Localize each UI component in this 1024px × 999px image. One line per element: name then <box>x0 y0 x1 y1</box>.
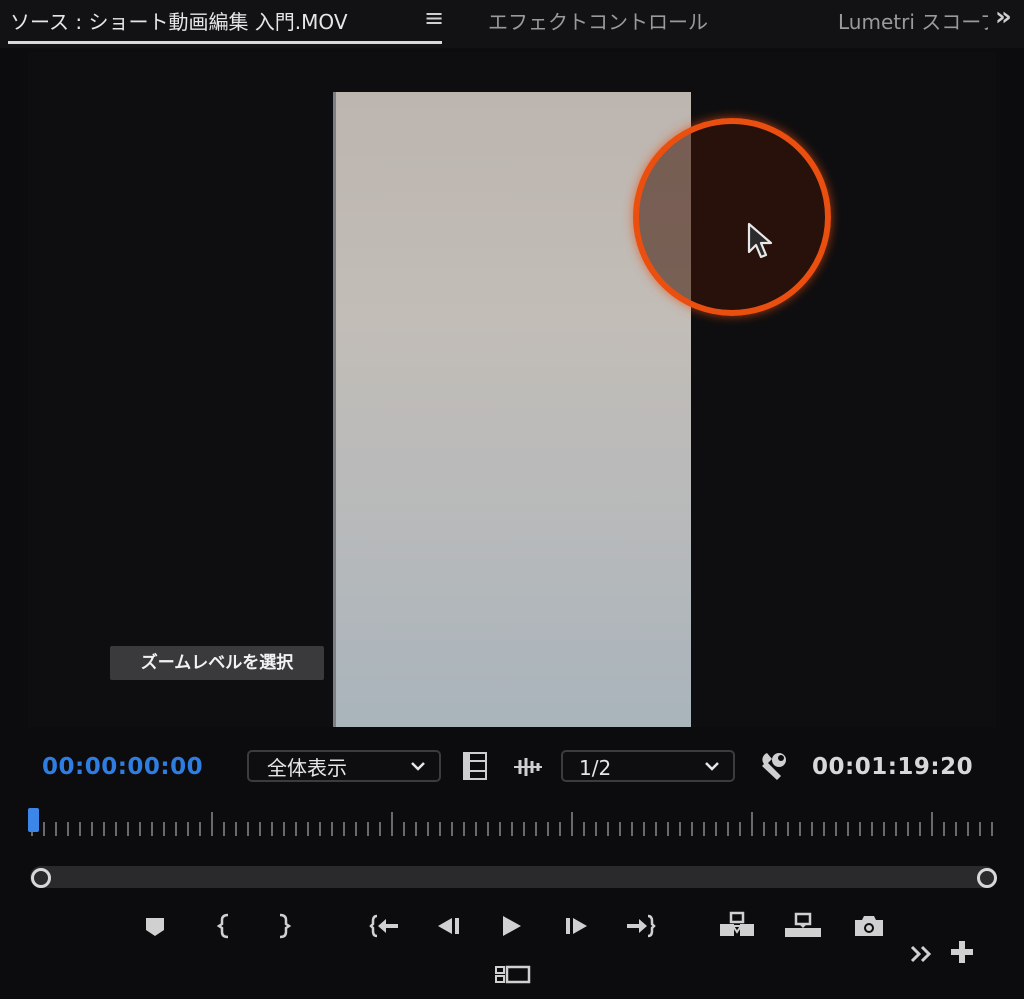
duration-timecode: 00:01:19:20 <box>812 754 974 780</box>
mark-in-button[interactable] <box>205 906 245 946</box>
export-frame-button[interactable] <box>849 906 889 946</box>
zoom-level-value: 全体表示 <box>267 756 347 780</box>
safe-margins-icon[interactable] <box>463 752 487 780</box>
tab-overflow-icon[interactable]: » <box>995 2 1012 32</box>
go-to-out-button[interactable] <box>620 906 660 946</box>
comparison-view-button[interactable] <box>493 955 533 995</box>
overwrite-button[interactable] <box>783 906 823 946</box>
export-frame-icon <box>855 916 883 936</box>
go-to-out-icon <box>627 914 656 938</box>
active-tab-indicator <box>8 41 442 44</box>
play-icon <box>503 916 521 936</box>
step-forward-icon <box>566 918 587 934</box>
mark-out-icon <box>279 913 292 939</box>
playback-resolution-select[interactable]: 1/2 <box>561 750 735 782</box>
tab-lumetri-scopes[interactable]: Lumetri スコープ <box>838 6 988 35</box>
panel-menu-icon[interactable]: ≡ <box>424 4 444 32</box>
comparison-view-icon <box>495 965 531 984</box>
marker-icon <box>146 918 164 936</box>
add-marker-button[interactable] <box>135 906 175 946</box>
mark-in-icon <box>216 913 229 939</box>
step-back-button[interactable] <box>430 906 470 946</box>
go-to-in-icon <box>369 914 398 938</box>
zoom-scroll-start-handle[interactable] <box>31 868 51 888</box>
chevron-down-icon <box>705 762 719 771</box>
button-editor-add[interactable] <box>942 932 982 972</box>
zoom-scroll-end-handle[interactable] <box>977 868 997 888</box>
time-ruler[interactable] <box>28 808 996 838</box>
tab-effect-controls[interactable]: エフェクトコントロール <box>488 6 708 35</box>
insert-icon <box>720 911 754 936</box>
zoom-level-tooltip: ズームレベルを選択 <box>110 646 324 680</box>
step-back-icon <box>438 918 459 934</box>
wrench-settings-icon[interactable] <box>759 751 789 781</box>
panel-tab-bar: ソース : ショート動画編集 入門.MOV ≡ エフェクトコントロール Lume… <box>0 0 1024 48</box>
overwrite-icon <box>785 912 821 937</box>
overflow-icon <box>910 945 932 963</box>
current-timecode[interactable]: 00:00:00:00 <box>42 754 203 780</box>
go-to-in-button[interactable] <box>365 906 405 946</box>
insert-button[interactable] <box>717 906 757 946</box>
play-button[interactable] <box>491 906 531 946</box>
tab-source-monitor[interactable]: ソース : ショート動画編集 入門.MOV <box>10 6 348 35</box>
video-frame-edge <box>333 92 336 727</box>
mouse-cursor-icon <box>747 222 773 259</box>
zoom-level-select[interactable]: 全体表示 <box>247 750 441 782</box>
playback-resolution-value: 1/2 <box>579 756 612 780</box>
add-button-icon <box>951 941 973 963</box>
playhead-marker[interactable] <box>28 808 39 832</box>
mark-out-button[interactable] <box>263 906 303 946</box>
click-highlight-circle <box>633 118 831 316</box>
step-forward-button[interactable] <box>555 906 595 946</box>
zoom-scroll-bar[interactable] <box>30 866 996 888</box>
more-buttons[interactable] <box>902 934 942 974</box>
chevron-down-icon <box>411 762 425 771</box>
audio-waveform-icon[interactable] <box>512 756 544 778</box>
